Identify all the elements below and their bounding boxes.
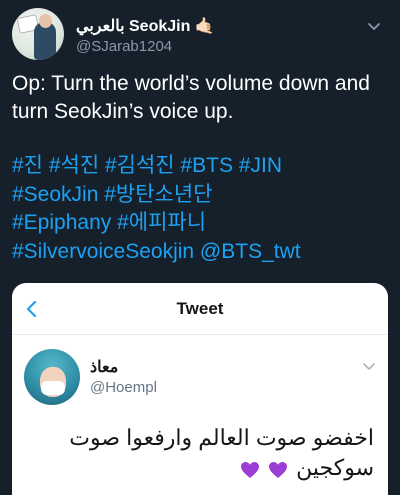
card-header: Tweet: [12, 283, 388, 335]
chevron-down-icon[interactable]: [362, 359, 376, 373]
author-avatar[interactable]: [12, 8, 64, 60]
tweet-text: Op: Turn the world’s volume down and tur…: [12, 72, 370, 123]
quoted-tweet-text: اخفضو صوت العالم وارفعوا صوت سوكجين: [44, 423, 374, 484]
quoted-text-line: اخفضو صوت العالم وارفعوا صوت: [69, 425, 374, 450]
hashtag-line[interactable]: #SeokJin #방탄소년단: [12, 181, 392, 210]
tweet-hashtags: #진 #석진 #김석진 #BTS #JIN #SeokJin #방탄소년단 #E…: [12, 152, 392, 266]
quoted-author-avatar[interactable]: [24, 349, 80, 405]
chevron-down-icon[interactable]: [366, 18, 382, 34]
quoted-tweet-card[interactable]: Tweet معاذ @Hoempl اخفضو صوت العالم وارف…: [12, 283, 388, 495]
quoted-avatar-mask: [41, 381, 65, 395]
quoted-author-handle[interactable]: @Hoempl: [90, 379, 157, 396]
purple-heart-icon: [269, 462, 288, 479]
quoted-text-line-with-emoji: سوكجين: [44, 453, 374, 484]
heart-emojis: [240, 454, 290, 484]
hashtag-line[interactable]: #진 #석진 #김석진 #BTS #JIN: [12, 152, 392, 181]
hashtag-line[interactable]: #SilvervoiceSeokjin @BTS_twt: [12, 238, 392, 267]
quoted-author-name[interactable]: معاذ: [90, 357, 118, 377]
avatar-face: [39, 14, 52, 28]
card-title: Tweet: [176, 299, 224, 318]
tweet-header: بالعربي SeokJin 🤙🏻 @SJarab1204: [12, 8, 388, 64]
purple-heart-icon: [240, 462, 259, 479]
hashtag-line[interactable]: #Epiphany #에피파니: [12, 209, 392, 238]
quoted-text-line: سوكجين: [296, 455, 374, 480]
author-handle[interactable]: @SJarab1204: [76, 38, 172, 55]
author-display-name[interactable]: بالعربي SeokJin 🤙🏻: [76, 16, 215, 36]
